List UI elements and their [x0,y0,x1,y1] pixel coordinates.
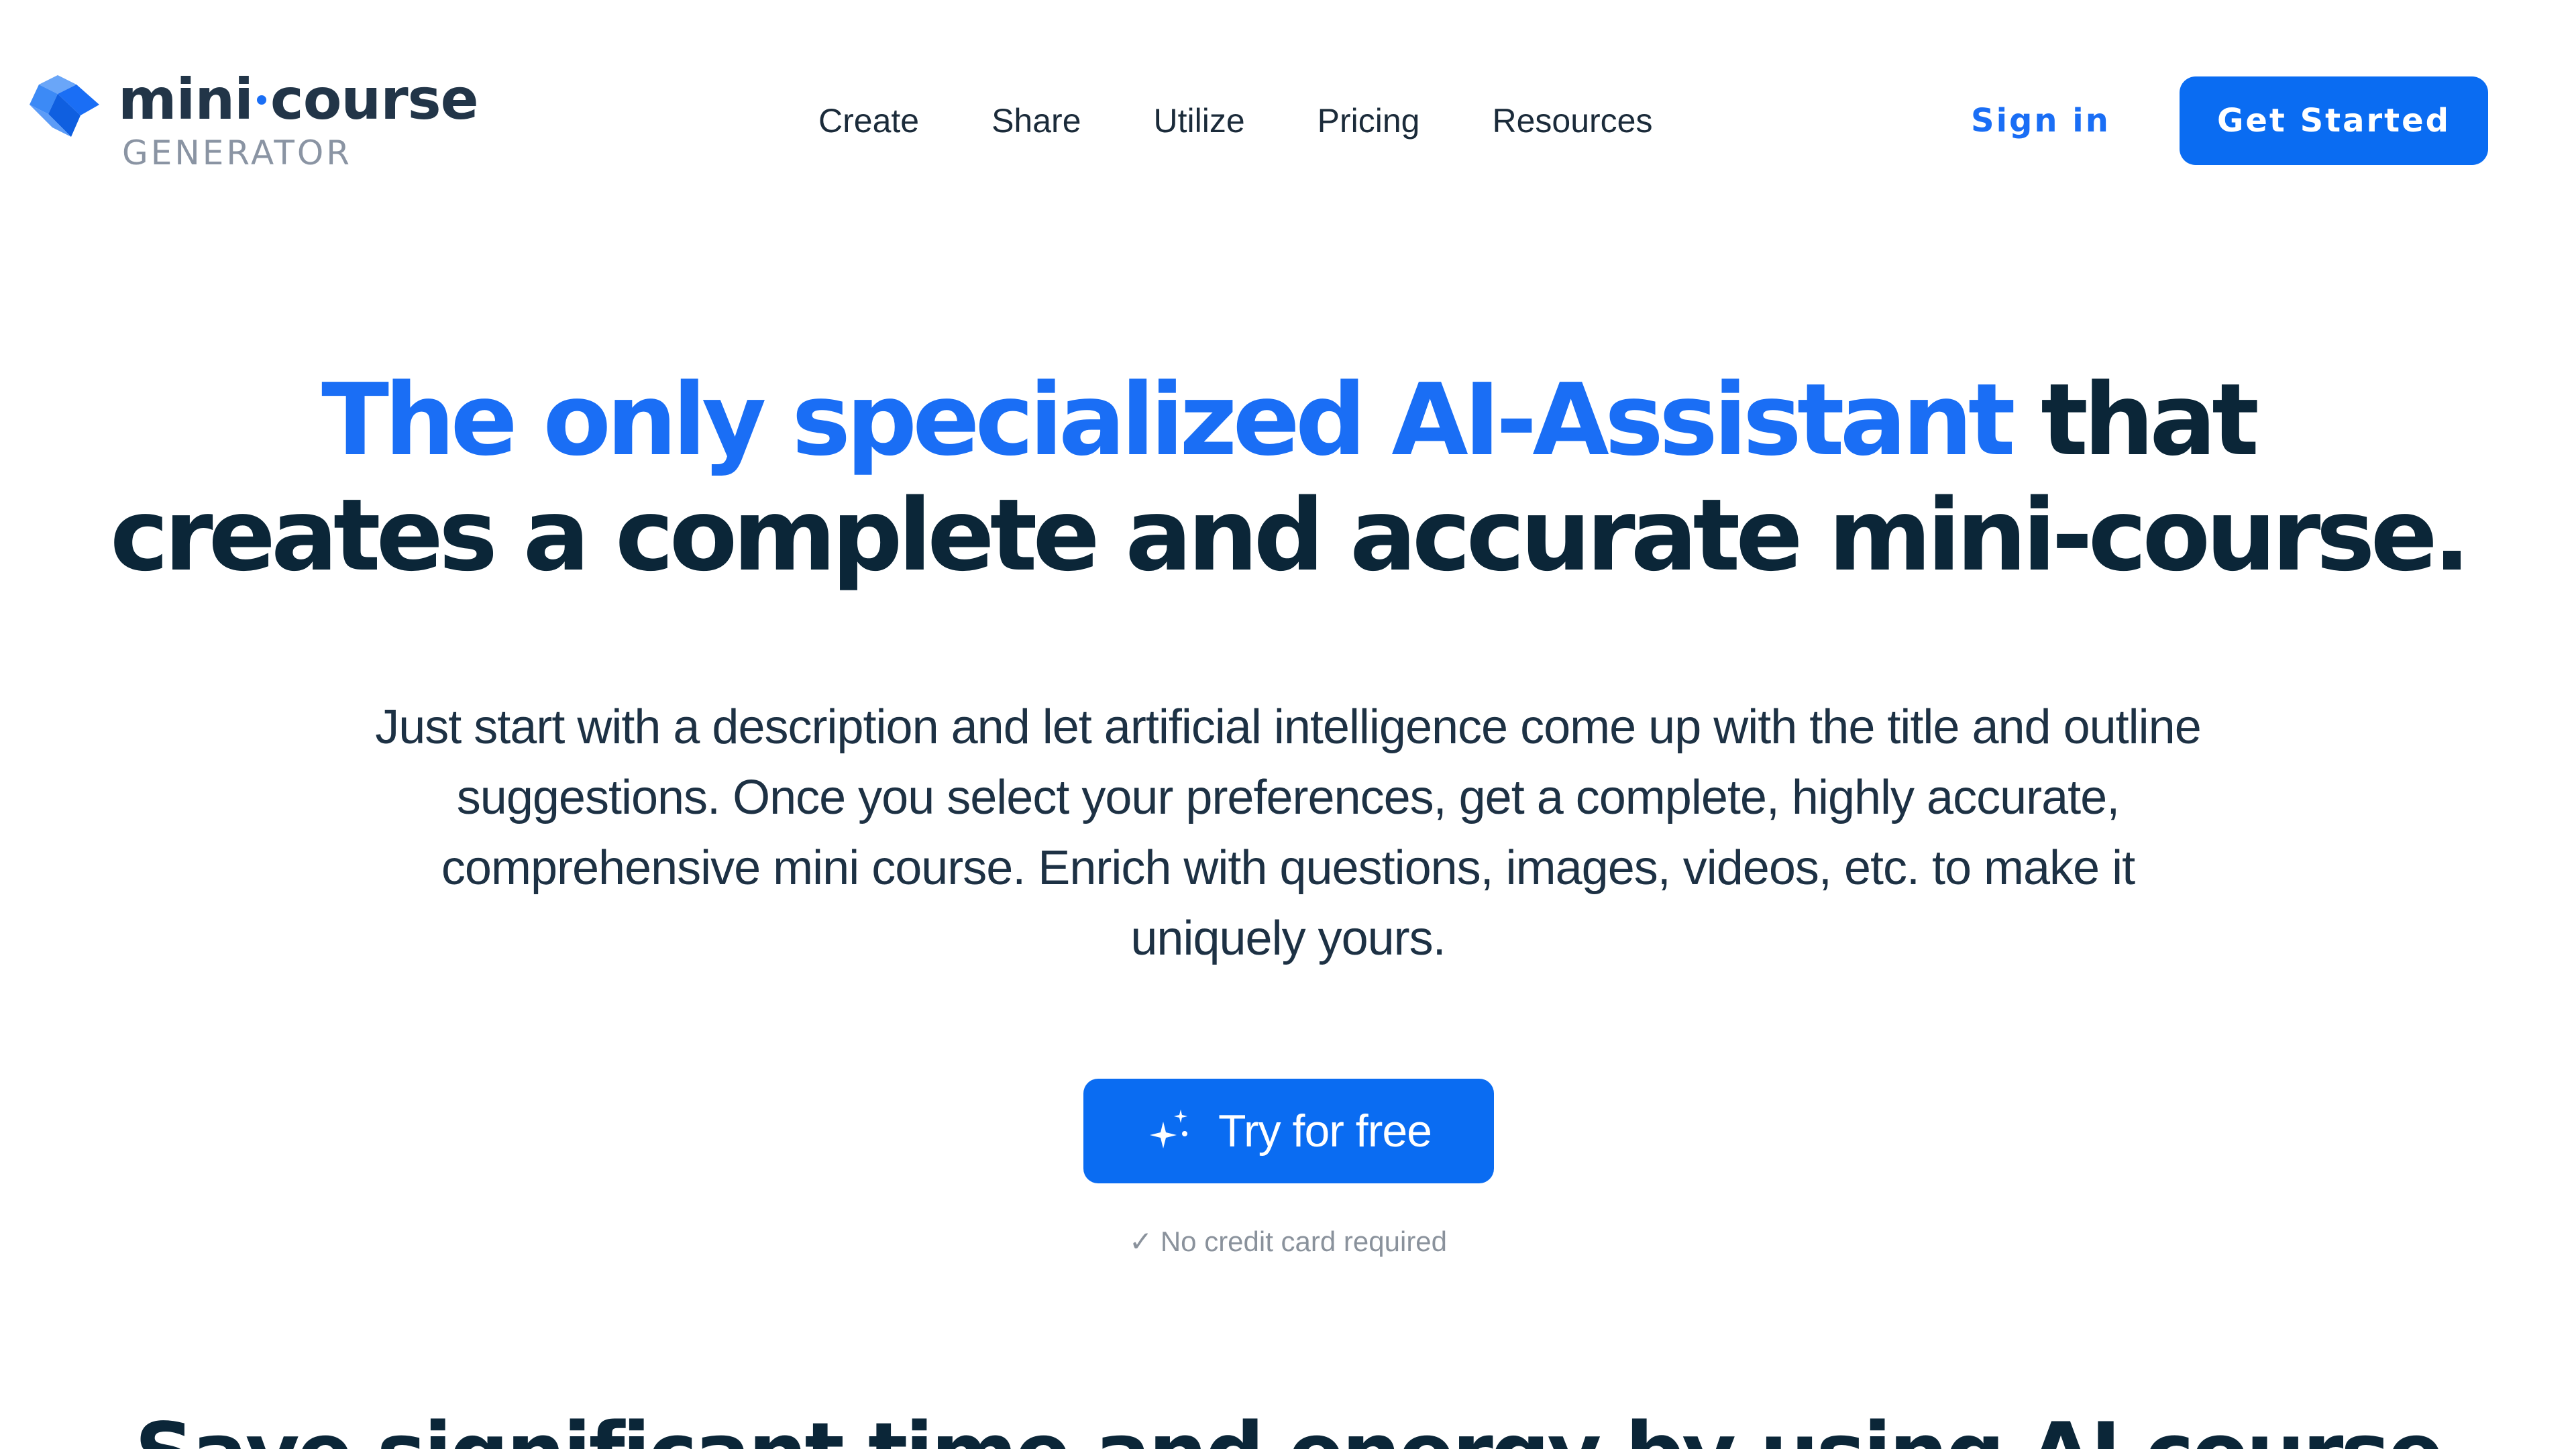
brand-name-left: mini [118,66,254,132]
brand-text: mini course GENERATOR [118,66,479,172]
nav-item-share[interactable]: Share [991,101,1081,141]
main-nav: Create Share Utilize Pricing Resources [818,101,1653,141]
brand-name: mini course [118,66,479,132]
hero-title-rest: that [2010,362,2259,478]
next-section-heading: Save significant time and energy by usin… [0,1403,2576,1449]
sparkle-icon [1150,1110,1187,1148]
hero-title-accent: The only specialized AI-Assistant [321,362,2015,478]
nav-item-create[interactable]: Create [818,101,919,141]
brand-dot [256,95,266,105]
brand-subtitle: GENERATOR [122,133,353,172]
brand-logo[interactable]: mini course GENERATOR [27,66,479,172]
nav-item-resources[interactable]: Resources [1493,101,1653,141]
nav-item-pricing[interactable]: Pricing [1318,101,1420,141]
get-started-button[interactable]: Get Started [2180,76,2488,165]
brand-name-right: course [270,66,479,132]
try-for-free-label: Try for free [1218,1106,1432,1157]
no-credit-card-note: ✓ No credit card required [1128,1226,1448,1257]
hero-title-line2: creates a complete and accurate mini-cou… [109,478,2471,593]
hero-title: The only specialized AI-Assistant that c… [0,362,2576,593]
try-for-free-button[interactable]: Try for free [1083,1079,1494,1183]
diamond-logo-icon [30,75,99,137]
nav-item-utilize[interactable]: Utilize [1154,101,1245,141]
hero-description: Just start with a description and let ar… [375,700,2202,965]
sign-in-link[interactable]: Sign in [1971,101,2110,141]
